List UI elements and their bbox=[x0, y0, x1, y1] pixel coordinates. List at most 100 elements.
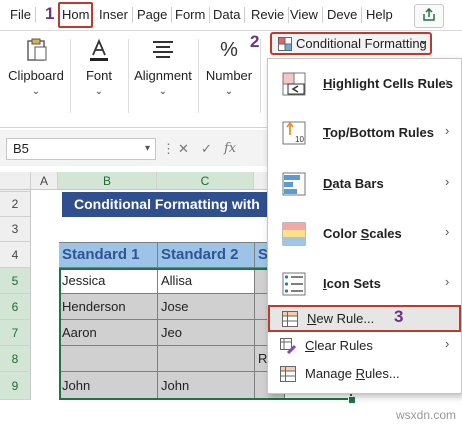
enter-icon[interactable]: ✓ bbox=[201, 141, 212, 157]
menu-help[interactable]: Help bbox=[366, 0, 393, 30]
clipboard-icon bbox=[27, 38, 47, 61]
menu-view[interactable]: View bbox=[290, 0, 323, 30]
menu-item-color-scales[interactable]: Color Scales › bbox=[268, 209, 461, 259]
svg-text:10: 10 bbox=[295, 135, 304, 144]
row-header-3[interactable]: 3 bbox=[0, 217, 31, 242]
name-box-value: B5 bbox=[13, 141, 29, 156]
menu-item-icon-sets[interactable]: Icon Sets › bbox=[268, 259, 461, 309]
ribbon-divider bbox=[260, 39, 261, 113]
ribbon-divider bbox=[198, 39, 199, 113]
share-button[interactable] bbox=[414, 4, 444, 28]
clipboard-group[interactable]: Clipboard ⌄ bbox=[4, 31, 68, 127]
data-bars-icon bbox=[282, 172, 306, 196]
table-cell[interactable]: Jeo bbox=[158, 320, 255, 346]
menu-item-label: Highlight Cells Rules bbox=[323, 76, 454, 91]
conditional-formatting-label: Conditional Formatting bbox=[296, 36, 427, 51]
chevron-down-icon: ▾ bbox=[144, 143, 150, 154]
row-header-5[interactable]: 5 bbox=[0, 268, 31, 294]
chevron-right-icon: › bbox=[445, 74, 450, 89]
row-header-6[interactable]: 6 bbox=[0, 294, 31, 320]
conditional-formatting-menu: Highlight Cells Rules › 10 Top/Bottom Ru… bbox=[267, 58, 462, 394]
clear-rules-icon bbox=[280, 338, 296, 354]
clipboard-label: Clipboard bbox=[8, 68, 64, 83]
menu-item-clear-rules[interactable]: Clear Rules › bbox=[268, 333, 461, 359]
alignment-group[interactable]: Alignment ⌄ bbox=[130, 31, 196, 127]
menu-file[interactable]: File bbox=[10, 0, 36, 30]
menu-item-top-bottom-rules[interactable]: 10 Top/Bottom Rules › bbox=[268, 109, 461, 159]
chevron-right-icon: › bbox=[445, 174, 450, 189]
icon-sets-icon bbox=[282, 272, 306, 296]
step-3-marker: 3 bbox=[394, 307, 404, 326]
cancel-icon[interactable]: ✕ bbox=[178, 141, 189, 157]
new-rule-icon bbox=[282, 311, 298, 327]
header-cell[interactable]: Standard 1 bbox=[59, 242, 158, 268]
table-cell[interactable]: Jessica bbox=[59, 268, 158, 294]
menu-data[interactable]: Data bbox=[213, 0, 247, 30]
chevron-right-icon: › bbox=[445, 274, 450, 289]
options-icon: ⋮ bbox=[162, 141, 175, 156]
row-header-9[interactable]: 9 bbox=[0, 372, 31, 400]
table-cell[interactable]: John bbox=[59, 372, 158, 400]
select-all-corner[interactable] bbox=[0, 172, 31, 190]
font-label: Font bbox=[85, 68, 112, 83]
table-cell[interactable] bbox=[158, 346, 255, 372]
number-label: Number bbox=[205, 68, 253, 83]
ribbon-divider bbox=[128, 39, 129, 113]
color-scales-icon bbox=[282, 222, 306, 246]
row-header-4[interactable]: 4 bbox=[0, 242, 31, 268]
menu-page-layout[interactable]: Page bbox=[137, 0, 173, 30]
name-box[interactable]: B5 ▾ bbox=[6, 138, 156, 160]
font-group[interactable]: Font ⌄ bbox=[72, 31, 126, 127]
step-2-marker: 2 bbox=[250, 32, 260, 51]
menu-home[interactable]: Hom bbox=[58, 2, 94, 28]
alignment-icon bbox=[153, 41, 173, 58]
chevron-down-icon: ⌄ bbox=[418, 32, 429, 47]
row-header-2[interactable]: 2 bbox=[0, 192, 31, 217]
table-cell[interactable] bbox=[59, 346, 158, 372]
share-icon bbox=[423, 8, 435, 21]
menu-item-manage-rules[interactable]: Manage Rules... bbox=[268, 361, 461, 387]
header-cell[interactable]: Standard 2 bbox=[158, 242, 255, 268]
table-cell[interactable]: John bbox=[158, 372, 255, 400]
menu-item-highlight-cells-rules[interactable]: Highlight Cells Rules › bbox=[268, 59, 461, 109]
font-icon bbox=[90, 38, 108, 61]
menu-item-data-bars[interactable]: Data Bars › bbox=[268, 159, 461, 209]
watermark: wsxdn.com bbox=[396, 408, 457, 422]
chevron-down-icon: ⌄ bbox=[158, 86, 168, 97]
menu-review[interactable]: Revie bbox=[251, 0, 290, 30]
table-cell[interactable]: Henderson bbox=[59, 294, 158, 320]
menu-item-label: Top/Bottom Rules bbox=[323, 125, 434, 140]
fill-handle[interactable] bbox=[348, 396, 356, 404]
column-header-a[interactable]: A bbox=[31, 172, 58, 190]
step-1-marker: 1 bbox=[45, 4, 55, 23]
manage-rules-icon bbox=[280, 366, 296, 382]
table-cell[interactable]: Aaron bbox=[59, 320, 158, 346]
percent-icon: % bbox=[220, 39, 238, 61]
menu-item-label: Clear Rules bbox=[305, 338, 373, 353]
conditional-formatting-button[interactable]: Conditional Formatting ⌄ bbox=[270, 32, 432, 55]
menu-developer[interactable]: Deve bbox=[327, 0, 363, 30]
alignment-label: Alignment bbox=[134, 68, 192, 83]
table-cell[interactable]: Allisa bbox=[158, 268, 255, 294]
menu-formulas[interactable]: Form bbox=[175, 0, 211, 30]
table-title-cell[interactable]: Conditional Formatting with bbox=[62, 192, 272, 217]
table-cell[interactable]: Jose bbox=[158, 294, 255, 320]
column-header-c[interactable]: C bbox=[157, 172, 254, 190]
menu-insert[interactable]: Inser bbox=[99, 0, 133, 30]
chevron-down-icon: ⌄ bbox=[31, 86, 41, 97]
column-header-b[interactable]: B bbox=[58, 172, 157, 190]
ribbon-divider bbox=[70, 39, 71, 113]
row-header-8[interactable]: 8 bbox=[0, 346, 31, 372]
chevron-right-icon: › bbox=[445, 224, 450, 239]
menu-bar: File 1 Hom Inser Page Form Data Revie Vi… bbox=[0, 0, 462, 31]
row-header-7[interactable]: 7 bbox=[0, 320, 31, 346]
menu-item-label: New Rule... bbox=[307, 311, 375, 326]
chevron-right-icon: › bbox=[445, 123, 450, 138]
chevron-right-icon: › bbox=[445, 336, 450, 351]
insert-function-icon[interactable]: fx bbox=[224, 141, 236, 156]
menu-item-label: Color Scales bbox=[323, 226, 402, 241]
menu-item-new-rule[interactable]: New Rule... 3 bbox=[268, 305, 461, 332]
chevron-down-icon: ⌄ bbox=[94, 86, 104, 97]
highlight-cells-icon bbox=[282, 72, 306, 96]
menu-item-label: Data Bars bbox=[323, 176, 384, 191]
